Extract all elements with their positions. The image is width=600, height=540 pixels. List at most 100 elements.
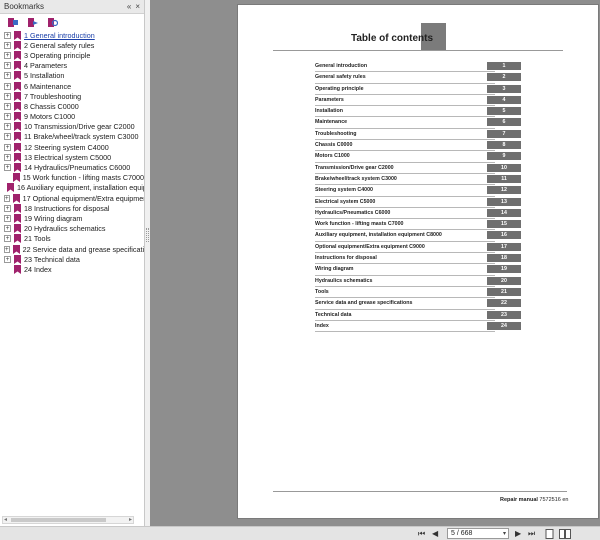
toc-row[interactable]: General safety rules 2 (315, 72, 521, 84)
toc-row[interactable]: Hydraulics/Pneumatics C6000 14 (315, 208, 521, 220)
toc-entry-title: Motors C1000 (315, 153, 350, 160)
expand-plus-icon[interactable]: + (4, 72, 11, 80)
bookmarks-panel-header: Bookmarks « × (0, 0, 144, 14)
bookmark-options-icon[interactable] (8, 17, 18, 28)
toc-row[interactable]: Transmission/Drive gear C2000 10 (315, 163, 521, 174)
expand-plus-icon[interactable]: + (4, 194, 10, 202)
toc-row[interactable]: Tools 21 (315, 287, 521, 299)
expand-plus-icon[interactable]: + (4, 153, 11, 161)
expand-plus-icon[interactable]: + (4, 41, 11, 49)
toc-entry-title: Parameters (315, 96, 344, 103)
panel-resize-grip[interactable] (146, 228, 149, 242)
scroll-right-icon[interactable]: ▸ (129, 516, 132, 523)
bookmark-item[interactable]: +2 General safety rules (0, 40, 144, 50)
expand-plus-icon[interactable]: + (4, 255, 11, 263)
toc-row[interactable]: Instructions for disposal 18 (315, 253, 521, 265)
bookmark-item[interactable]: +10 Transmission/Drive gear C2000 (0, 122, 144, 132)
bookmark-item[interactable]: 24 Index (0, 264, 144, 274)
two-page-view-icon[interactable] (559, 529, 571, 539)
bookmark-item[interactable]: +6 Maintenance (0, 81, 144, 91)
expand-plus-icon[interactable]: + (4, 133, 11, 141)
bookmark-item[interactable]: +18 Instructions for disposal (0, 203, 144, 213)
find-bookmark-icon[interactable] (48, 17, 58, 28)
close-panel-button[interactable]: × (135, 0, 140, 14)
toc-row[interactable]: Optional equipment/Extra equipment C9000… (315, 242, 521, 254)
expand-plus-icon[interactable]: + (4, 225, 11, 233)
toc-entry-number: 20 (487, 276, 521, 285)
page-number-input[interactable]: 5 / 668 ▾ (447, 528, 509, 539)
toc-row[interactable]: Service data and grease specifications 22 (315, 298, 521, 310)
toc-row[interactable]: Index 24 (315, 321, 521, 333)
bookmark-item[interactable]: +14 Hydraulics/Pneumatics C6000 (0, 162, 144, 173)
toc-row[interactable]: Motors C1000 9 (315, 151, 521, 163)
toc-title: Table of contents (351, 33, 434, 44)
previous-page-button[interactable]: ◀ (432, 529, 438, 539)
toc-row[interactable]: Auxiliary equipment, installation equipm… (315, 230, 521, 242)
toc-row[interactable]: Technical data 23 (315, 310, 521, 321)
toc-row[interactable]: Chassis C0000 8 (315, 140, 521, 152)
expand-plus-icon[interactable]: + (4, 113, 11, 121)
bookmark-item[interactable]: +23 Technical data (0, 254, 144, 264)
bookmark-item[interactable]: +13 Electrical system C5000 (0, 152, 144, 162)
bookmark-item[interactable]: +4 Parameters (0, 61, 144, 71)
expand-plus-icon[interactable]: + (4, 245, 10, 253)
toc-row[interactable]: Maintenance 6 (315, 117, 521, 129)
bookmark-item[interactable]: +17 Optional equipment/Extra equipment (0, 193, 144, 203)
bookmark-label: 24 Index (24, 264, 52, 274)
expand-plus-icon[interactable]: + (4, 102, 11, 110)
scrollbar-thumb[interactable] (11, 518, 106, 522)
toc-row[interactable]: Installation 5 (315, 106, 521, 118)
toc-entry-number: 19 (487, 265, 521, 274)
bookmark-item[interactable]: +3 Operating principle (0, 50, 144, 60)
bookmark-item[interactable]: +22 Service data and grease specificatio… (0, 244, 144, 254)
bookmark-item[interactable]: +5 Installation (0, 71, 144, 81)
toc-row[interactable]: Parameters 4 (315, 95, 521, 107)
bookmark-item[interactable]: +12 Steering system C4000 (0, 142, 144, 152)
chevron-down-icon[interactable]: ▾ (503, 529, 506, 539)
last-page-button[interactable]: ⏭ (528, 529, 535, 539)
toc-row[interactable]: General introduction 1 (315, 61, 521, 73)
bookmark-label: 21 Tools (24, 234, 51, 244)
expand-plus-icon[interactable]: + (4, 123, 11, 131)
bookmark-item[interactable]: +1 General introduction (0, 30, 144, 40)
toc-row[interactable]: Wiring diagram 19 (315, 264, 521, 276)
toc-row[interactable]: Troubleshooting 7 (315, 129, 521, 141)
toc-row[interactable]: Operating principle 3 (315, 84, 521, 95)
first-page-button[interactable]: ⏮ (418, 529, 425, 539)
bookmark-item[interactable]: 16 Auxiliary equipment, installation equ… (0, 183, 144, 193)
expand-plus-icon[interactable]: + (4, 82, 11, 90)
expand-plus-icon[interactable]: + (4, 143, 11, 151)
expand-plus-icon[interactable]: + (4, 62, 11, 70)
toc-row[interactable]: Electrical system C5000 13 (315, 197, 521, 208)
bookmarks-horizontal-scrollbar[interactable]: ◂ ▸ (2, 516, 134, 524)
bookmark-item[interactable]: +20 Hydraulics schematics (0, 224, 144, 234)
scroll-left-icon[interactable]: ◂ (4, 516, 7, 523)
toc-row[interactable]: Steering system C4000 12 (315, 185, 521, 197)
toc-row[interactable]: Work function - lifting masts C7000 15 (315, 219, 521, 231)
expand-plus-icon[interactable]: + (4, 235, 11, 243)
collapse-panel-button[interactable]: « (127, 0, 131, 14)
toc-entry-number: 18 (487, 254, 521, 263)
bookmark-item[interactable]: 15 Work function - lifting masts C7000 (0, 173, 144, 183)
bookmark-item[interactable]: +11 Brake/wheel/track system C3000 (0, 132, 144, 142)
next-page-button[interactable]: ▶ (515, 529, 521, 539)
bookmark-label: 12 Steering system C4000 (24, 142, 109, 152)
expand-bookmark-icon[interactable] (28, 17, 38, 28)
expand-plus-icon[interactable]: + (4, 92, 11, 100)
bookmark-flag-icon (14, 254, 21, 264)
single-page-view-icon[interactable] (545, 529, 554, 539)
toc-row[interactable]: Hydraulics schematics 20 (315, 276, 521, 287)
expand-plus-icon[interactable]: + (4, 31, 11, 39)
expand-plus-icon[interactable]: + (4, 204, 11, 212)
expand-plus-icon[interactable]: + (4, 164, 11, 172)
expand-plus-icon[interactable]: + (4, 51, 11, 59)
bookmark-item[interactable]: +21 Tools (0, 234, 144, 244)
bookmark-item[interactable]: +8 Chassis C0000 (0, 101, 144, 111)
bookmark-label: 20 Hydraulics schematics (24, 224, 106, 234)
bookmark-item[interactable]: +9 Motors C1000 (0, 112, 144, 122)
expand-plus-icon[interactable]: + (4, 214, 11, 222)
bookmark-flag-icon (7, 183, 14, 193)
toc-row[interactable]: Brake/wheel/track system C3000 11 (315, 174, 521, 186)
bookmark-item[interactable]: +7 Troubleshooting (0, 91, 144, 101)
bookmark-item[interactable]: +19 Wiring diagram (0, 213, 144, 223)
